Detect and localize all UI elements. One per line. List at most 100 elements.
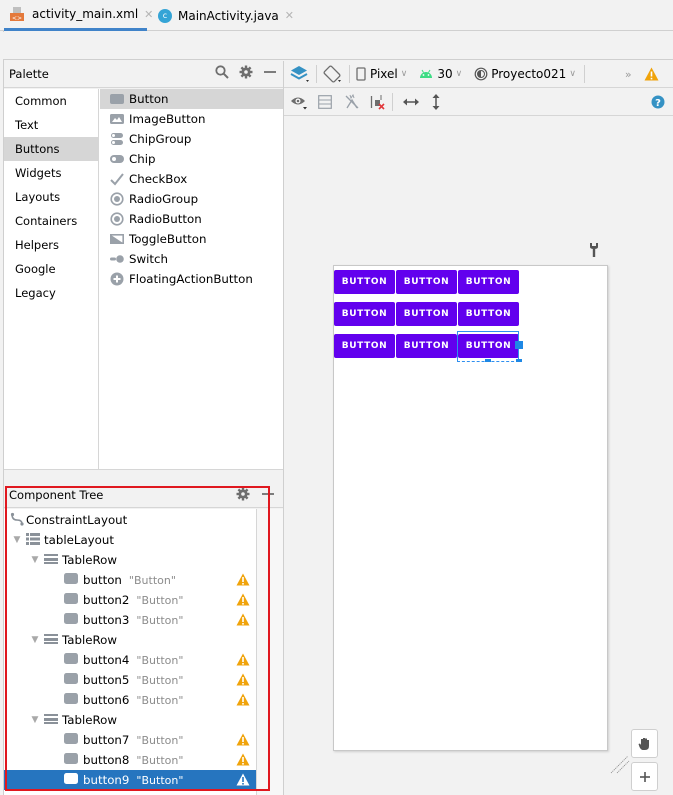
expand-triangle-icon[interactable]: ▼ xyxy=(28,635,42,645)
tree-node-button5[interactable]: button5 "Button" xyxy=(4,670,256,690)
item-label: ToggleButton xyxy=(129,232,207,246)
node-text: "Button" xyxy=(136,673,184,687)
resize-handle-bottom[interactable] xyxy=(485,359,491,362)
tab-label: activity_main.xml xyxy=(32,7,139,21)
preview-button-4[interactable]: BUTTON xyxy=(334,302,395,326)
expand-horizontal-icon[interactable] xyxy=(403,97,419,107)
search-icon[interactable] xyxy=(215,65,229,82)
gear-icon[interactable] xyxy=(239,65,253,82)
preview-button-1[interactable]: BUTTON xyxy=(334,270,395,294)
expand-vertical-icon[interactable] xyxy=(431,94,441,110)
design-toolbar-secondary: ? xyxy=(284,89,673,116)
tree-node-constraintlayout[interactable]: ConstraintLayout xyxy=(4,510,256,530)
device-selector[interactable]: Pixel ∨ xyxy=(356,67,407,81)
theme-label: Proyecto021 xyxy=(491,67,567,81)
wrench-icon[interactable] xyxy=(589,242,599,258)
gear-icon[interactable] xyxy=(236,487,250,504)
tree-node-button8[interactable]: button8 "Button" xyxy=(4,750,256,770)
warning-icon[interactable] xyxy=(236,613,250,626)
palette-item-floatingactionbutton[interactable]: FloatingActionButton xyxy=(100,269,283,289)
preview-button-5[interactable]: BUTTON xyxy=(396,302,457,326)
close-icon[interactable]: ✕ xyxy=(285,9,294,22)
tree-node-button2[interactable]: button2 "Button" xyxy=(4,590,256,610)
blueprint-icon[interactable] xyxy=(318,95,332,109)
preview-button-7[interactable]: BUTTON xyxy=(334,334,395,358)
warning-icon[interactable] xyxy=(236,673,250,686)
pan-button[interactable] xyxy=(631,729,658,758)
palette-item-radiobutton[interactable]: RadioButton xyxy=(100,209,283,229)
category-layouts[interactable]: Layouts xyxy=(4,185,98,209)
button-icon xyxy=(64,573,83,587)
tree-node-tablerow[interactable]: ▼ TableRow xyxy=(4,710,256,730)
tree-node-button9[interactable]: button9 "Button" xyxy=(4,770,256,790)
category-legacy[interactable]: Legacy xyxy=(4,281,98,305)
minimize-icon[interactable] xyxy=(261,487,275,504)
warning-icon[interactable] xyxy=(236,773,250,786)
tree-node-button4[interactable]: button4 "Button" xyxy=(4,650,256,670)
palette-item-chipgroup[interactable]: ChipGroup xyxy=(100,129,283,149)
warning-icon[interactable] xyxy=(236,573,250,586)
tree-node-button[interactable]: button "Button" xyxy=(4,570,256,590)
tree-node-button6[interactable]: button6 "Button" xyxy=(4,690,256,710)
node-label: tableLayout xyxy=(44,533,114,547)
help-icon[interactable]: ? xyxy=(651,95,665,109)
item-label: ImageButton xyxy=(129,112,206,126)
orientation-icon[interactable] xyxy=(323,65,343,83)
warning-icon[interactable] xyxy=(236,653,250,666)
autoconnect-off-icon[interactable] xyxy=(344,94,360,110)
palette-item-imagebutton[interactable]: ImageButton xyxy=(100,109,283,129)
palette-item-switch[interactable]: Switch xyxy=(100,249,283,269)
expand-triangle-icon[interactable]: ▼ xyxy=(28,715,42,725)
overflow-icon[interactable]: » xyxy=(625,68,632,81)
category-buttons[interactable]: Buttons xyxy=(4,137,98,161)
resize-grip-icon[interactable] xyxy=(610,752,630,774)
category-containers[interactable]: Containers xyxy=(4,209,98,233)
node-text: "Button" xyxy=(136,733,184,747)
category-common[interactable]: Common xyxy=(4,89,98,113)
tree-node-button7[interactable]: button7 "Button" xyxy=(4,730,256,750)
warning-icon[interactable] xyxy=(236,733,250,746)
category-text[interactable]: Text xyxy=(4,113,98,137)
expand-triangle-icon[interactable]: ▼ xyxy=(10,535,24,545)
node-label: button3 xyxy=(83,613,130,627)
palette-item-togglebutton[interactable]: ToggleButton xyxy=(100,229,283,249)
warning-icon[interactable] xyxy=(236,753,250,766)
component-tree-scrollbar[interactable] xyxy=(256,509,283,795)
palette-item-chip[interactable]: Chip xyxy=(100,149,283,169)
warning-icon[interactable] xyxy=(236,693,250,706)
component-tree-header: Component Tree xyxy=(4,482,283,508)
palette-item-button[interactable]: Button xyxy=(100,89,283,109)
design-surface-icon[interactable] xyxy=(290,65,310,83)
theme-icon xyxy=(474,67,488,81)
eye-icon[interactable] xyxy=(290,94,310,110)
resize-handle-right[interactable] xyxy=(515,341,523,349)
button-icon xyxy=(64,753,83,767)
category-google[interactable]: Google xyxy=(4,257,98,281)
expand-triangle-icon[interactable]: ▼ xyxy=(28,555,42,565)
palette-item-checkbox[interactable]: CheckBox xyxy=(100,169,283,189)
category-helpers[interactable]: Helpers xyxy=(4,233,98,257)
palette-item-radiogroup[interactable]: RadioGroup xyxy=(100,189,283,209)
warning-icon[interactable] xyxy=(236,593,250,606)
tree-node-tablerow[interactable]: ▼ TableRow xyxy=(4,630,256,650)
tab-mainactivity-java[interactable]: c MainActivity.java ✕ xyxy=(152,0,300,31)
chevron-down-icon: ∨ xyxy=(455,69,463,79)
preview-button-8[interactable]: BUTTON xyxy=(396,334,457,358)
category-widgets[interactable]: Widgets xyxy=(4,161,98,185)
tree-node-tablerow[interactable]: ▼ TableRow xyxy=(4,550,256,570)
warning-icon[interactable] xyxy=(644,67,659,81)
tab-activity-main-xml[interactable]: <> activity_main.xml ✕ xyxy=(4,0,153,31)
minimize-icon[interactable] xyxy=(263,65,277,82)
preview-button-2[interactable]: BUTTON xyxy=(396,270,457,294)
api-level-selector[interactable]: 30 ∨ xyxy=(419,67,462,81)
preview-button-6[interactable]: BUTTON xyxy=(458,302,519,326)
toolbar-separator xyxy=(583,65,585,83)
node-text: "Button" xyxy=(136,613,184,627)
resize-handle-corner[interactable] xyxy=(516,359,522,362)
theme-selector[interactable]: Proyecto021 ∨ xyxy=(474,67,576,81)
tree-node-button3[interactable]: button3 "Button" xyxy=(4,610,256,630)
zoom-in-button[interactable] xyxy=(631,762,658,791)
preview-button-3[interactable]: BUTTON xyxy=(458,270,519,294)
clear-constraints-icon[interactable] xyxy=(370,94,386,110)
tree-node-tablelayout[interactable]: ▼ tableLayout xyxy=(4,530,256,550)
